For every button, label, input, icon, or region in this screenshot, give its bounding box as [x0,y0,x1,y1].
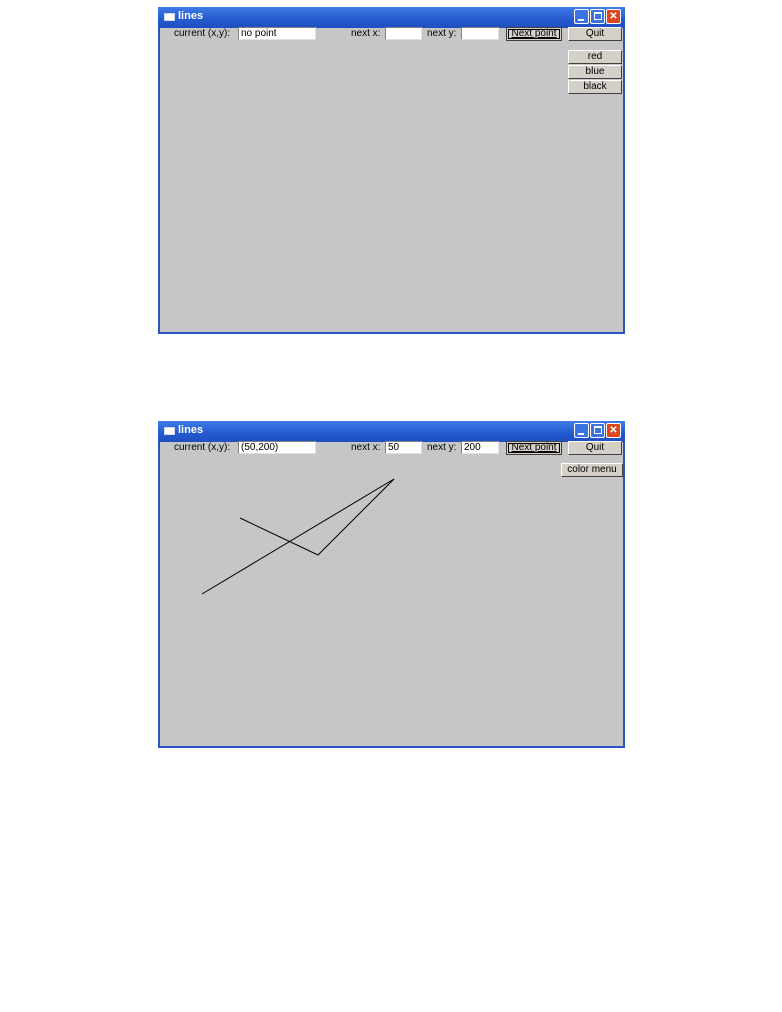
minimize-icon[interactable] [574,9,589,24]
drawn-polyline [201,478,395,595]
drawing-canvas[interactable] [160,421,620,746]
next-y-label: next y: [427,28,457,39]
current-point-field[interactable]: no point [238,27,316,40]
maximize-icon[interactable] [590,9,605,24]
close-icon[interactable]: ✕ [606,9,621,24]
next-x-label: next x: [351,28,381,39]
color-blue-button[interactable]: blue [568,65,622,79]
quit-button[interactable]: Quit [568,27,622,41]
current-label: current (x,y): [174,28,231,39]
color-red-button[interactable]: red [568,50,622,64]
next-point-button[interactable]: Next point [506,27,562,41]
window-icon [164,13,175,21]
color-black-button[interactable]: black [568,80,622,94]
lines-window-1: lines ✕ current (x,y): no point next x: … [158,7,625,334]
title-bar[interactable]: lines ✕ [158,7,625,28]
next-y-input[interactable] [461,27,499,40]
next-x-input[interactable] [385,27,422,40]
window-title: lines [178,10,204,22]
lines-window-2: lines ✕ current (x,y): (50,200) next x: … [158,421,625,748]
